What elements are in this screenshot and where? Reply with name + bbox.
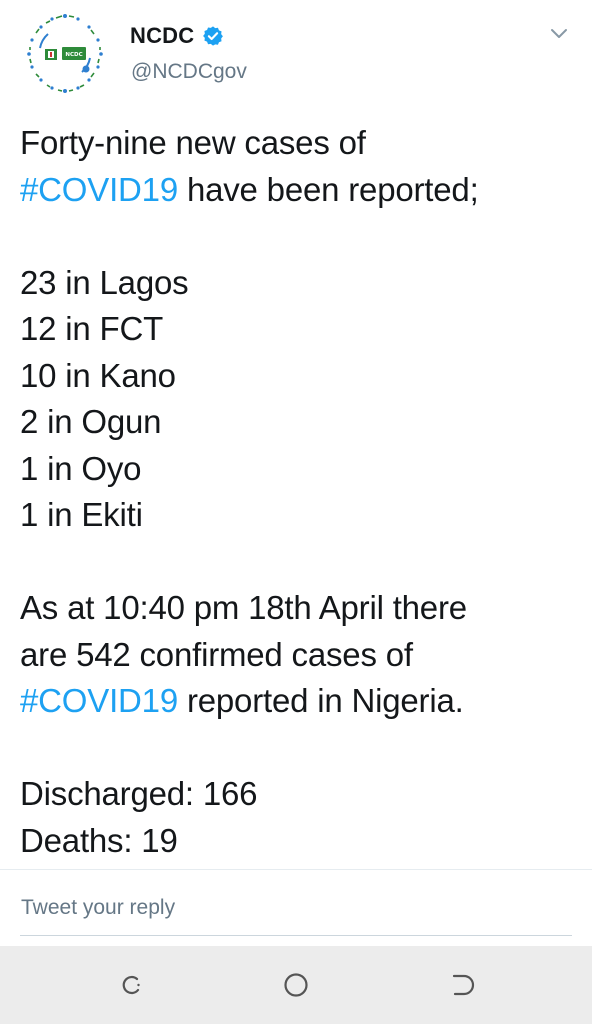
recent-apps-icon[interactable] — [114, 968, 148, 1002]
case-line: 10 in Kano — [20, 356, 176, 394]
ncdc-logo-icon: NCDC — [24, 12, 106, 94]
tweet-text-segment: reported in Nigeria. — [177, 682, 464, 719]
tweet-detail-screen: NCDC NCDC @NCDCgov Forty-nine new cases … — [0, 0, 592, 1024]
case-line: 1 in Oyo — [20, 449, 142, 487]
hashtag-link[interactable]: #COVID19 — [20, 171, 178, 208]
tweet-text-segment: have been reported; — [177, 170, 479, 208]
reply-placeholder: Tweet your reply — [21, 896, 176, 919]
tweet-line: As at 10:40 pm 18th April there — [20, 589, 467, 626]
back-icon[interactable] — [444, 968, 478, 1002]
deaths-line: Deaths: 19 — [20, 821, 178, 859]
discharged-line: Discharged: 166 — [20, 775, 258, 812]
tweet-line: Forty-nine new cases of — [20, 124, 366, 161]
display-name[interactable]: NCDC — [130, 23, 194, 49]
user-handle[interactable]: @NCDCgov — [131, 60, 247, 84]
home-icon[interactable] — [279, 968, 313, 1002]
chevron-down-icon[interactable] — [546, 20, 572, 46]
case-line: 12 in FCT — [20, 310, 164, 347]
tweet-line: #COVID19 reported in Nigeria. — [20, 678, 572, 725]
avatar[interactable]: NCDC — [22, 10, 108, 96]
avatar-text: NCDC — [65, 52, 82, 58]
system-navigation-bar — [0, 946, 592, 1024]
tweet-header: NCDC NCDC @NCDCgov — [0, 0, 592, 110]
reply-input[interactable]: Tweet your reply — [20, 886, 572, 936]
hashtag-link[interactable]: #COVID19 — [20, 682, 178, 719]
tweet-line: #COVID19 have been reported; — [20, 167, 572, 214]
case-line: 23 in Lagos — [20, 263, 189, 301]
tweet-line: are 542 confirmed cases of — [20, 635, 413, 673]
divider — [0, 869, 592, 870]
name-row: NCDC — [130, 22, 224, 50]
verified-badge-icon — [203, 26, 224, 46]
tweet-text: Forty-nine new cases of #COVID19 have be… — [20, 120, 572, 864]
case-line: 2 in Ogun — [20, 403, 162, 440]
case-line: 1 in Ekiti — [20, 496, 143, 533]
